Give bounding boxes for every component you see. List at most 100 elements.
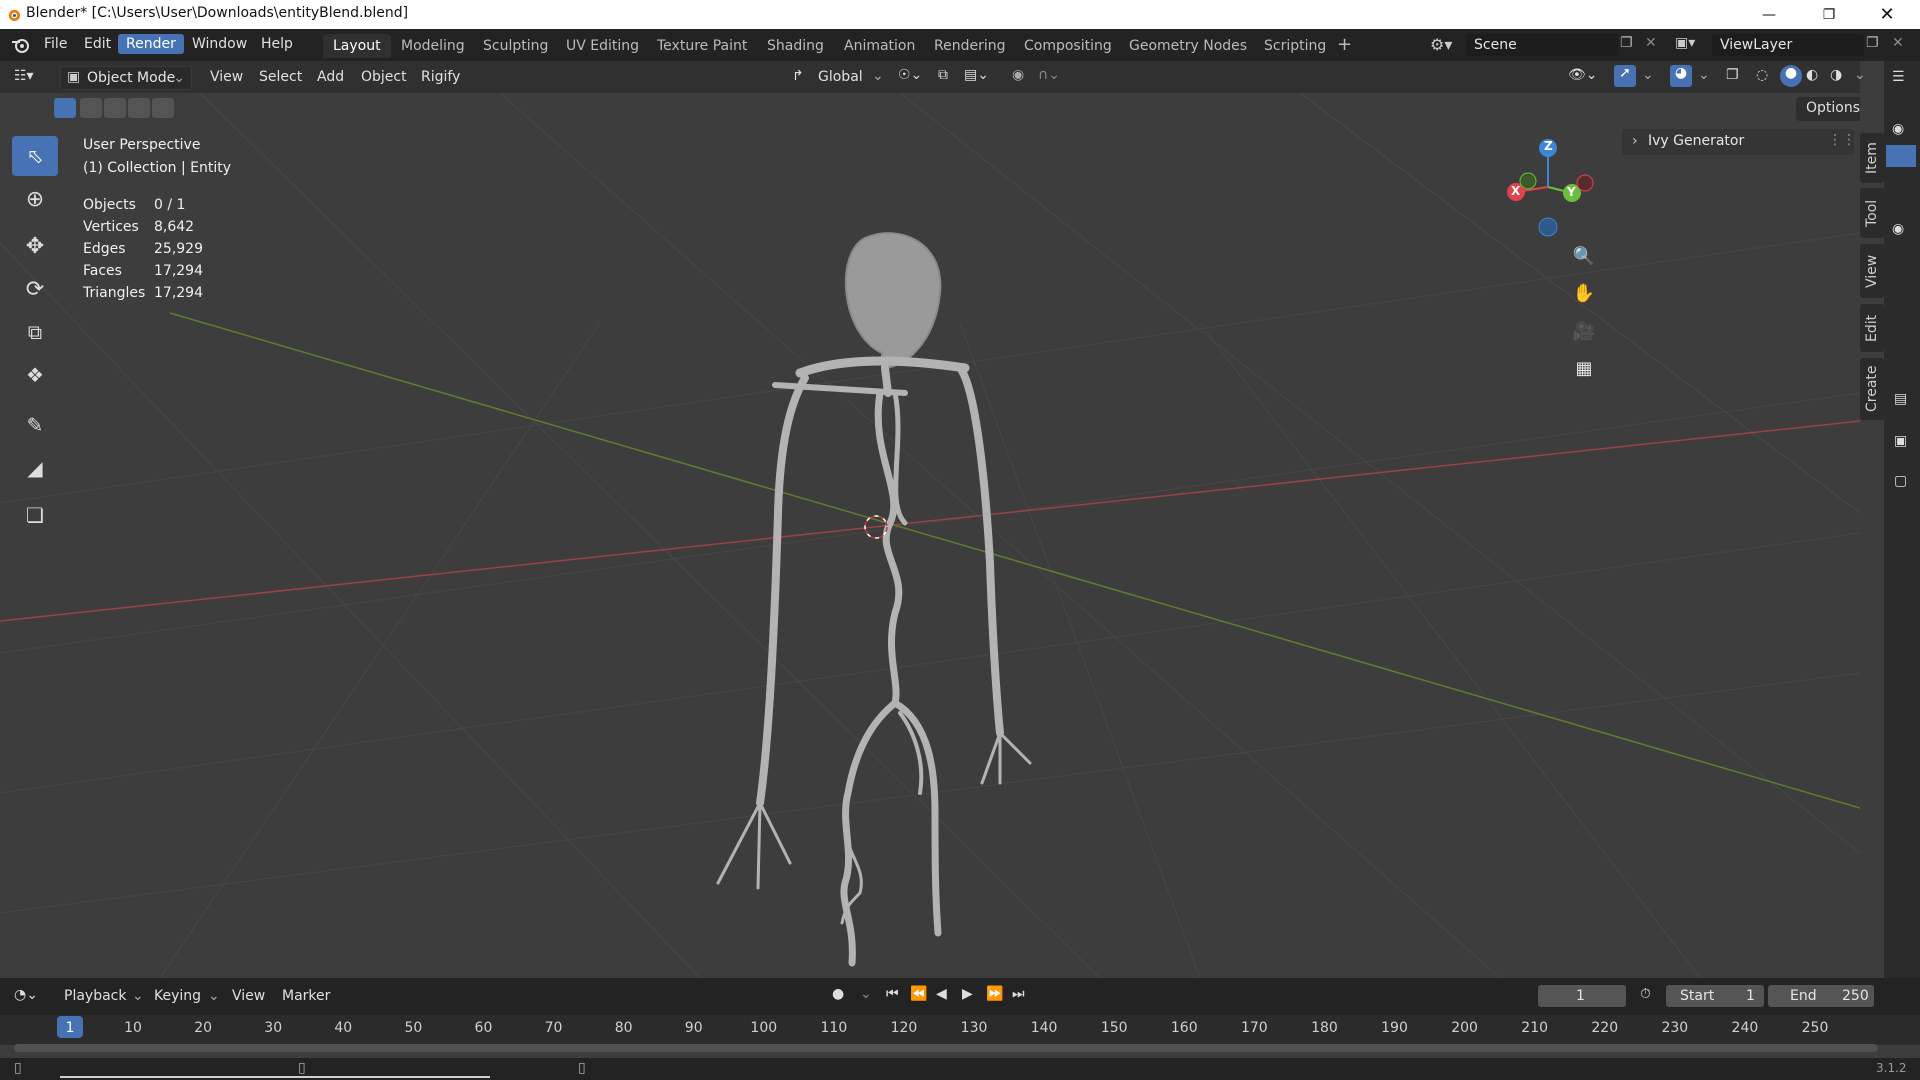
menu-view[interactable]: View — [210, 69, 243, 85]
camera-icon[interactable]: ◉ — [1892, 121, 1904, 137]
tab-animation[interactable]: Animation — [844, 38, 915, 54]
start-frame-field[interactable]: Start 1 — [1666, 985, 1764, 1007]
timeline-scrollbar[interactable] — [14, 1044, 1878, 1052]
next-keyframe-icon[interactable]: ⏩ — [986, 986, 1003, 1002]
menu-playback[interactable]: Playback — [64, 988, 126, 1004]
new-viewlayer-icon[interactable]: ❐ — [1866, 35, 1879, 51]
camera-view-button[interactable]: 🎥 — [1566, 313, 1602, 349]
menu-rigify[interactable]: Rigify — [421, 69, 460, 85]
menu-render[interactable]: Render — [118, 34, 184, 54]
gizmo-toggle-icon[interactable]: ➚ — [1614, 65, 1636, 87]
properties-tab-icon[interactable]: ▢ — [1894, 473, 1907, 489]
wireframe-shading-icon[interactable]: ◌ — [1756, 67, 1768, 83]
stopwatch-icon[interactable]: ⏱ — [1640, 986, 1651, 1002]
select-subtract-icon[interactable] — [104, 98, 126, 118]
drag-handle-icon[interactable]: ⋮⋮ — [1828, 132, 1856, 148]
ortho-toggle-button[interactable]: ▦ — [1566, 350, 1602, 386]
scene-browse-icon[interactable]: ⚙▾ — [1430, 35, 1452, 54]
visibility-icon[interactable]: 👁⌄ — [1568, 67, 1598, 83]
menu-help[interactable]: Help — [261, 36, 293, 52]
chevron-down-icon[interactable]: ⌄ — [860, 986, 872, 1002]
record-icon[interactable]: ● — [832, 986, 844, 1002]
mode-dropdown[interactable]: ▣ Object Mode ⌄ — [60, 66, 192, 90]
3d-viewport[interactable]: Z X Y 🔍 ✋ 🎥 ▦ Options ⌄ ⬁ ⊕ ✥ ⟳ ⧉ ❖ ✎ ◢ … — [0, 93, 1860, 978]
close-window-button[interactable]: ✕ — [1864, 0, 1910, 29]
play-reverse-icon[interactable]: ◀ — [936, 986, 947, 1002]
options-dropdown[interactable]: Options ⌄ — [1796, 97, 1860, 121]
sidebar-tab-view[interactable]: View — [1860, 244, 1884, 298]
pivot-point-icon[interactable]: ☉⌄ — [898, 67, 922, 83]
properties-tab-icon[interactable]: ▤ — [1894, 391, 1907, 407]
sidebar-tab-edit[interactable]: Edit — [1860, 304, 1884, 352]
sidebar-tab-create[interactable]: Create — [1860, 358, 1884, 420]
tab-shading[interactable]: Shading — [767, 38, 824, 54]
select-box-tool[interactable]: ⬁ — [12, 136, 58, 176]
chevron-down-icon[interactable]: ⌄ — [1642, 67, 1654, 83]
sidebar-tab-item[interactable]: Item — [1860, 133, 1884, 183]
camera-icon[interactable]: ◉ — [1892, 221, 1904, 237]
pan-button[interactable]: ✋ — [1566, 275, 1602, 311]
menu-edit[interactable]: Edit — [84, 36, 111, 52]
add-workspace-icon[interactable]: + — [1337, 34, 1352, 55]
select-intersect-icon[interactable] — [152, 98, 174, 118]
transform-tool[interactable]: ❖ — [12, 355, 58, 395]
blender-menu-icon[interactable] — [10, 36, 30, 54]
menu-keying[interactable]: Keying — [154, 988, 201, 1004]
outliner-icon[interactable]: ☰ — [1892, 69, 1905, 85]
tab-compositing[interactable]: Compositing — [1024, 38, 1112, 54]
restore-button[interactable]: ❐ — [1806, 0, 1852, 29]
viewlayer-browse-icon[interactable]: ▣▾ — [1675, 35, 1695, 51]
menu-window[interactable]: Window — [192, 36, 247, 52]
add-cube-tool[interactable]: ❏ — [12, 495, 58, 535]
tab-scripting[interactable]: Scripting — [1264, 38, 1326, 54]
scene-field[interactable]: Scene — [1466, 34, 1618, 56]
menu-select[interactable]: Select — [259, 69, 302, 85]
ivy-generator-panel[interactable]: › Ivy Generator ⋮⋮ — [1622, 129, 1856, 155]
solid-shading-icon[interactable]: ● — [1780, 65, 1802, 87]
delete-viewlayer-icon[interactable]: ✕ — [1892, 35, 1904, 51]
menu-add[interactable]: Add — [317, 69, 344, 85]
zoom-button[interactable]: 🔍 — [1566, 238, 1602, 274]
viewlayer-field[interactable]: ViewLayer — [1712, 34, 1864, 56]
select-extend-icon[interactable] — [80, 98, 102, 118]
tab-sculpting[interactable]: Sculpting — [483, 38, 548, 54]
scale-tool[interactable]: ⧉ — [12, 312, 58, 352]
jump-end-icon[interactable]: ⏭ — [1012, 986, 1025, 1002]
chevron-down-icon[interactable]: ⌄ — [1698, 67, 1710, 83]
prev-keyframe-icon[interactable]: ⏪ — [910, 986, 927, 1002]
overlays-toggle-icon[interactable]: ◕ — [1670, 65, 1692, 87]
proportional-edit-icon[interactable]: ◉ — [1012, 67, 1024, 83]
play-icon[interactable]: ▶ — [962, 986, 973, 1002]
tab-rendering[interactable]: Rendering — [934, 38, 1006, 54]
tab-modeling[interactable]: Modeling — [401, 38, 465, 54]
properties-tab-icon[interactable]: ▣ — [1894, 433, 1907, 449]
menu-file[interactable]: File — [44, 36, 67, 52]
material-shading-icon[interactable]: ◐ — [1806, 67, 1818, 83]
transform-orientation-dropdown[interactable]: Global — [818, 69, 863, 85]
render-camera-icon[interactable] — [1886, 145, 1916, 167]
cursor-tool[interactable]: ⊕ — [12, 179, 58, 219]
rendered-shading-icon[interactable]: ◑ — [1830, 67, 1842, 83]
tab-layout[interactable]: Layout — [323, 34, 391, 58]
menu-timeline-view[interactable]: View — [232, 988, 265, 1004]
annotate-tool[interactable]: ✎ — [12, 405, 58, 445]
menu-object[interactable]: Object — [361, 69, 407, 85]
chevron-down-icon[interactable]: ⌄ — [1854, 67, 1866, 83]
delete-scene-icon[interactable]: ✕ — [1645, 35, 1657, 51]
select-invert-icon[interactable] — [128, 98, 150, 118]
end-frame-field[interactable]: End 250 — [1768, 985, 1874, 1007]
sidebar-tab-tool[interactable]: Tool — [1860, 188, 1884, 238]
menu-marker[interactable]: Marker — [282, 988, 330, 1004]
snap-toggle-icon[interactable]: ⧉ — [938, 67, 948, 83]
tab-texture-paint[interactable]: Texture Paint — [657, 38, 747, 54]
proportional-falloff-icon[interactable]: ∩⌄ — [1038, 67, 1060, 83]
editor-type-icon[interactable]: ☷▾ — [14, 68, 34, 84]
select-new-icon[interactable] — [54, 98, 76, 118]
new-scene-icon[interactable]: ❐ — [1620, 35, 1633, 51]
tab-geometry-nodes[interactable]: Geometry Nodes — [1129, 38, 1247, 54]
snap-target-icon[interactable]: ▤⌄ — [964, 67, 989, 83]
jump-start-icon[interactable]: ⏮ — [886, 986, 899, 1002]
timeline-editor-icon[interactable]: ◔⌄ — [14, 987, 38, 1003]
current-frame-field[interactable]: 1 — [1538, 985, 1626, 1007]
minimize-button[interactable]: — — [1746, 0, 1792, 29]
